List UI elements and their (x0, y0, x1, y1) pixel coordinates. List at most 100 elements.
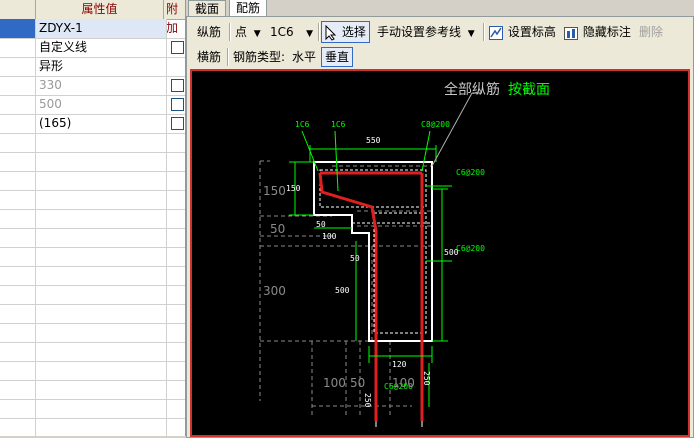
row-selector[interactable] (0, 380, 36, 399)
extra-cell (164, 95, 185, 114)
ref-label-50: 50 (270, 222, 285, 236)
property-row[interactable] (0, 418, 185, 436)
stirrup-rect[interactable] (373, 212, 427, 334)
property-value[interactable]: 自定义线 (36, 38, 167, 57)
property-row[interactable] (0, 399, 185, 419)
horizontal-option[interactable]: 水平 (292, 47, 316, 67)
property-value[interactable] (36, 380, 167, 399)
header-property-value[interactable]: 属性值 (36, 0, 164, 19)
property-value[interactable] (36, 190, 167, 209)
property-row[interactable] (0, 228, 185, 248)
row-selector[interactable] (0, 266, 36, 285)
property-row[interactable] (0, 133, 185, 153)
property-value[interactable]: 330 (36, 76, 167, 95)
row-selector[interactable] (0, 304, 36, 323)
property-row[interactable] (0, 152, 185, 172)
property-row[interactable] (0, 342, 185, 362)
property-value[interactable] (36, 304, 167, 323)
row-selector[interactable] (0, 209, 36, 228)
extra-checkbox[interactable] (171, 79, 184, 92)
leader-line (421, 130, 431, 172)
row-selector[interactable] (0, 114, 36, 133)
callout-all-rebar[interactable]: 全部纵筋 (444, 81, 500, 98)
extra-checkbox[interactable] (171, 98, 184, 111)
extra-cell (164, 209, 185, 228)
row-selector[interactable] (0, 152, 36, 171)
property-row[interactable] (0, 361, 185, 381)
property-value[interactable]: 异形 (36, 57, 167, 76)
property-row[interactable] (0, 380, 185, 400)
row-selector[interactable] (0, 323, 36, 342)
property-row[interactable]: 自定义线 (0, 38, 185, 58)
tab-section[interactable]: 截面 (188, 0, 227, 17)
spec-dropdown[interactable]: 1C6 ▼ (270, 21, 313, 43)
extra-checkbox[interactable] (171, 117, 184, 130)
property-row[interactable]: (165) (0, 114, 185, 134)
property-row[interactable] (0, 323, 185, 343)
property-value[interactable] (36, 342, 167, 361)
property-value[interactable]: 500 (36, 95, 167, 114)
property-value[interactable] (36, 399, 167, 418)
row-selector[interactable] (0, 19, 36, 38)
row-selector[interactable] (0, 95, 36, 114)
property-value[interactable]: ZDYX-1 (36, 19, 167, 38)
property-row[interactable] (0, 190, 185, 210)
property-value[interactable] (36, 247, 167, 266)
row-selector[interactable] (0, 38, 36, 57)
extra-cell (164, 361, 185, 380)
property-row[interactable] (0, 171, 185, 191)
delete-button[interactable]: 删除 (639, 21, 663, 43)
ref-label-150: 150 (263, 184, 286, 198)
property-value[interactable] (36, 228, 167, 247)
extra-checkbox[interactable] (171, 41, 184, 54)
row-selector[interactable] (0, 418, 36, 436)
row-selector[interactable] (0, 228, 36, 247)
callout-by-section[interactable]: 按截面 (508, 82, 550, 98)
row-selector[interactable] (0, 76, 36, 95)
header-row-selector (0, 0, 36, 19)
row-selector[interactable] (0, 171, 36, 190)
extra-cell (164, 57, 185, 76)
manual-ref-line-dropdown[interactable]: 手动设置参考线 ▼ (377, 21, 475, 43)
set-elevation-button[interactable]: 设置标高 (488, 21, 556, 43)
mode-dropdown[interactable]: 点 ▼ (235, 21, 261, 43)
property-value[interactable] (36, 418, 167, 436)
property-value[interactable] (36, 152, 167, 171)
property-row[interactable] (0, 266, 185, 286)
vertical-option[interactable]: 垂直 (321, 47, 354, 67)
row-selector[interactable] (0, 361, 36, 380)
row-selector[interactable] (0, 342, 36, 361)
property-row[interactable]: 500 (0, 95, 185, 115)
extra-cell (164, 171, 185, 190)
header-extra[interactable]: 附加 (164, 0, 185, 35)
property-row[interactable]: ZDYX-1 (0, 19, 185, 39)
property-row[interactable] (0, 247, 185, 267)
row-selector[interactable] (0, 190, 36, 209)
hide-annotations-label: 隐藏标注 (582, 25, 631, 39)
stirrup-rect[interactable] (319, 169, 427, 208)
property-value[interactable]: (165) (36, 114, 167, 133)
property-value[interactable] (36, 266, 167, 285)
property-row[interactable]: 330 (0, 76, 185, 96)
row-selector[interactable] (0, 133, 36, 152)
row-selector[interactable] (0, 247, 36, 266)
section-drawing[interactable]: 全部纵筋 按截面 1C6 1C6 C8@200 C6@200 C6@200 C6… (192, 71, 688, 435)
property-row[interactable] (0, 209, 185, 229)
drawing-canvas[interactable]: 全部纵筋 按截面 1C6 1C6 C8@200 C6@200 C6@200 C6… (190, 69, 690, 437)
property-row[interactable] (0, 304, 185, 324)
property-value[interactable] (36, 171, 167, 190)
row-selector[interactable] (0, 57, 36, 76)
row-selector[interactable] (0, 285, 36, 304)
property-row[interactable]: 异形 (0, 57, 185, 77)
property-row[interactable] (0, 285, 185, 305)
row-selector[interactable] (0, 399, 36, 418)
property-value[interactable] (36, 361, 167, 380)
property-value[interactable] (36, 323, 167, 342)
section-outline[interactable] (313, 161, 433, 342)
property-value[interactable] (36, 209, 167, 228)
select-button[interactable]: 选择 (321, 21, 370, 43)
tab-rebar[interactable]: 配筋 (229, 0, 268, 17)
hide-annotations-button[interactable]: 隐藏标注 (563, 21, 631, 43)
property-value[interactable] (36, 285, 167, 304)
property-value[interactable] (36, 133, 167, 152)
